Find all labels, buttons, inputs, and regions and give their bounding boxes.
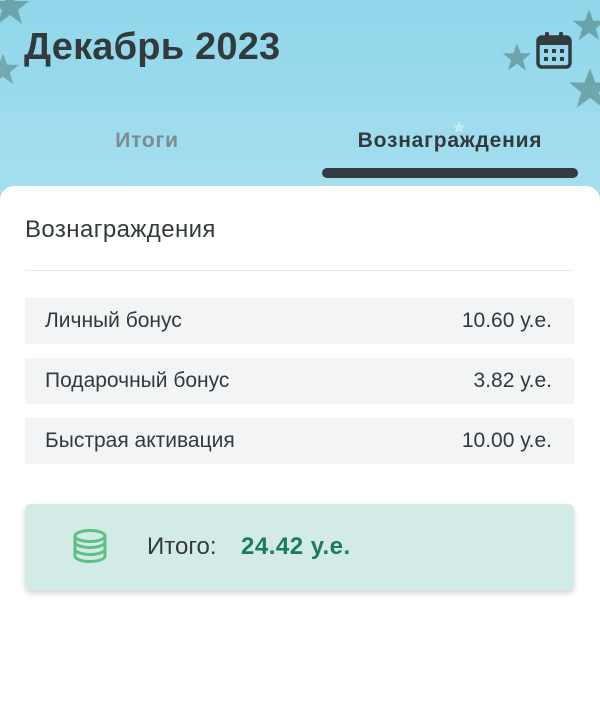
divider	[25, 270, 573, 271]
calendar-button[interactable]	[536, 31, 572, 69]
section-title: Вознаграждения	[25, 216, 216, 243]
reward-label: Подарочный бонус	[45, 369, 230, 392]
reward-value: 10.60 у.е.	[461, 309, 552, 332]
star-decoration-icon	[572, 9, 600, 41]
total-value: 24.42 у.е.	[241, 533, 351, 560]
page-title: Декабрь 2023	[24, 26, 281, 68]
coins-icon	[73, 529, 107, 564]
reward-label: Быстрая активация	[45, 429, 235, 452]
star-decoration-icon	[0, 0, 29, 24]
star-decoration-icon	[569, 68, 600, 108]
reward-label: Личный бонус	[45, 309, 182, 332]
reward-value: 10.00 у.е.	[461, 429, 552, 452]
active-tab-indicator	[322, 168, 578, 178]
calendar-icon	[536, 32, 572, 69]
reward-row-personal-bonus: Личный бонус 10.60 у.е.	[25, 298, 574, 344]
reward-value: 3.82 у.е.	[473, 369, 552, 392]
reward-row-fast-activation: Быстрая активация 10.00 у.е.	[25, 418, 574, 464]
star-decoration-icon	[0, 53, 20, 85]
total-panel: Итого: 24.42 у.е.	[25, 504, 574, 590]
header: Декабрь 2023 Итоги Вознаграждения	[0, 0, 600, 215]
star-decoration-icon	[502, 43, 532, 71]
total-label: Итого:	[147, 533, 217, 560]
reward-row-gift-bonus: Подарочный бонус 3.82 у.е.	[25, 358, 574, 404]
rewards-card: Вознаграждения Личный бонус 10.60 у.е. П…	[0, 186, 600, 706]
tab-summary[interactable]: Итоги	[7, 118, 287, 178]
